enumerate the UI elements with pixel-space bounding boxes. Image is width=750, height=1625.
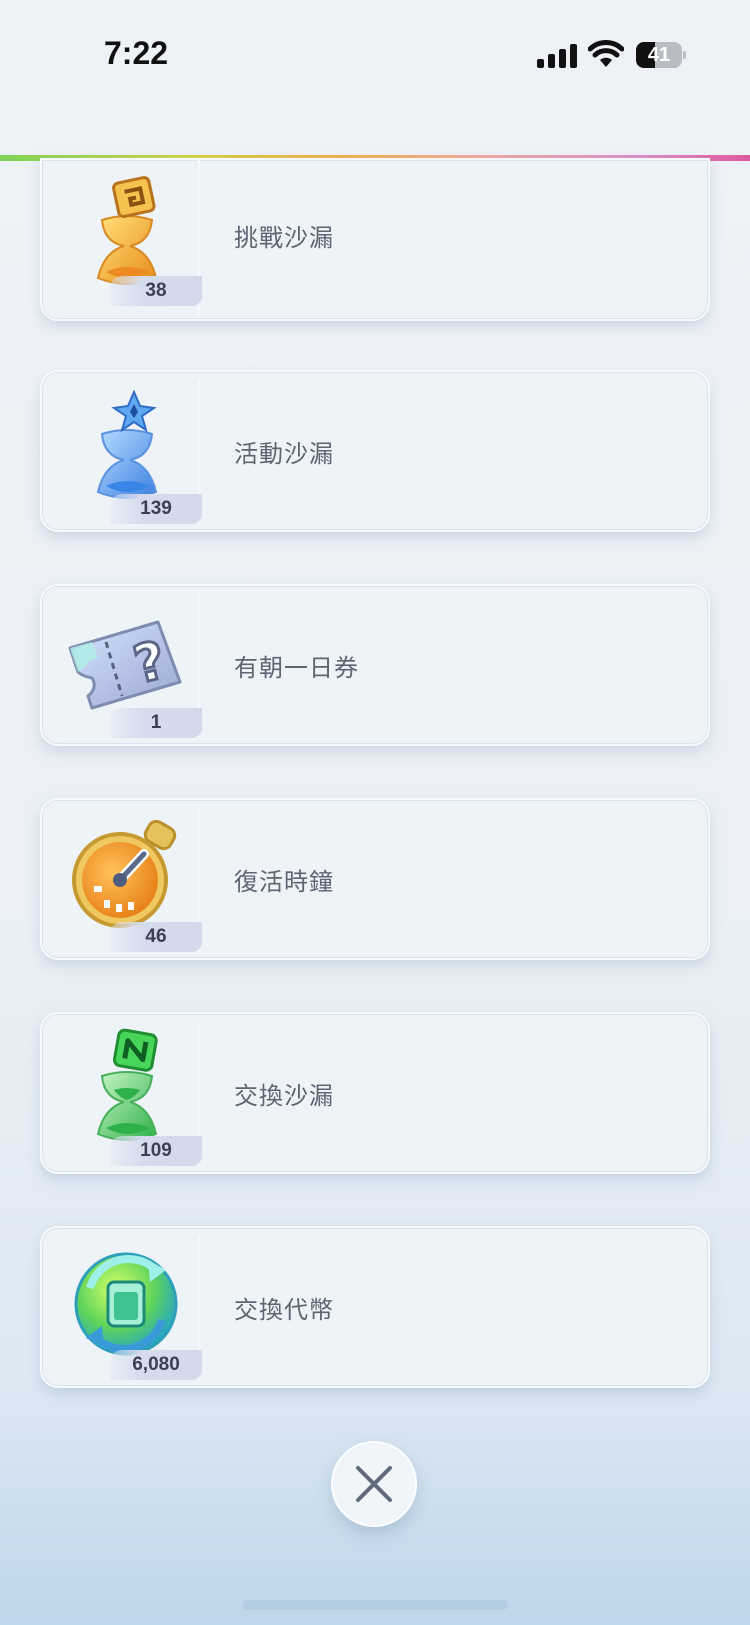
item-card-event-hourglass[interactable]: 139 活動沙漏 — [40, 370, 710, 532]
blue-hourglass-icon — [96, 389, 158, 499]
item-count: 46 — [145, 926, 167, 947]
item-name: 交換代幣 — [234, 1296, 334, 1324]
item-count: 1 — [150, 712, 162, 733]
item-count: 139 — [140, 498, 172, 519]
green-hourglass-icon — [96, 1028, 158, 1141]
item-name: 有朝一日券 — [234, 654, 359, 682]
status-time: 7:22 — [104, 35, 169, 71]
close-button[interactable] — [331, 1441, 417, 1527]
status-bar: 7:22 41 — [0, 0, 750, 155]
battery-icon: 41 — [636, 42, 686, 68]
close-icon — [356, 1466, 392, 1502]
item-count: 109 — [140, 1140, 172, 1161]
item-card-someday-ticket[interactable]: ? 1 有朝一日券 — [40, 584, 710, 746]
mystery-ticket-icon: ? — [68, 620, 182, 710]
home-indicator[interactable] — [242, 1600, 508, 1610]
item-card-exchange-hourglass[interactable]: 109 交換沙漏 — [40, 1012, 710, 1174]
exchange-token-icon — [74, 1252, 178, 1356]
stopwatch-icon — [72, 819, 177, 928]
item-count: 38 — [145, 280, 167, 301]
gold-hourglass-icon — [96, 176, 158, 285]
item-card-revival-clock[interactable]: 46 復活時鐘 — [40, 798, 710, 960]
item-card-exchange-token[interactable]: 6,080 交換代幣 — [40, 1226, 710, 1388]
battery-level: 41 — [647, 44, 671, 66]
wifi-icon — [588, 40, 624, 67]
cellular-signal-icon — [537, 44, 577, 68]
item-name: 交換沙漏 — [234, 1082, 334, 1110]
item-card-challenge-hourglass[interactable]: 38 挑戰沙漏 — [40, 158, 710, 321]
item-name: 活動沙漏 — [234, 440, 334, 468]
item-name: 挑戰沙漏 — [234, 224, 334, 252]
item-name: 復活時鐘 — [234, 868, 334, 896]
item-count: 6,080 — [132, 1354, 180, 1375]
